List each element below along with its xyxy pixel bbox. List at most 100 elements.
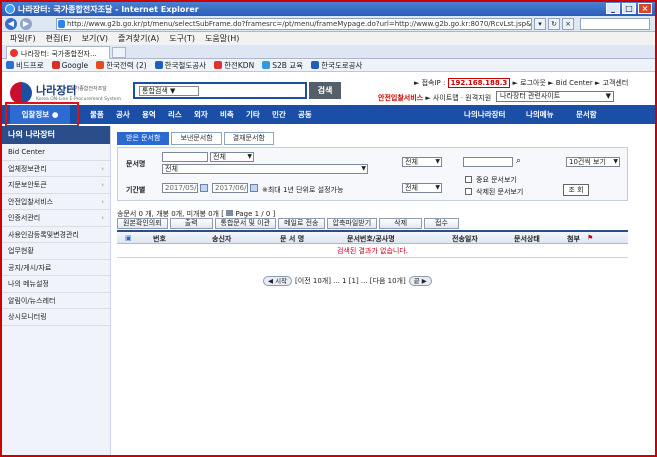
merge-transfer-button[interactable]: 통합문서 및 이관 bbox=[214, 218, 277, 229]
keyword-input[interactable] bbox=[463, 157, 513, 167]
nav-my-menu[interactable]: 나의메뉴 bbox=[526, 105, 554, 124]
chevron-right-icon: › bbox=[101, 197, 104, 206]
close-button[interactable]: × bbox=[638, 3, 652, 14]
doc-type-select[interactable]: 전체 bbox=[162, 164, 368, 174]
tab-sent[interactable]: 보낸문서함 bbox=[171, 132, 222, 145]
nav-etc[interactable]: 기타 bbox=[246, 105, 260, 124]
maximize-button[interactable]: □ bbox=[622, 3, 636, 14]
safe-bid-link[interactable]: 안전입찰서비스 bbox=[378, 94, 423, 102]
menu-help[interactable]: 도움말(H) bbox=[205, 32, 239, 45]
google-icon bbox=[51, 61, 60, 69]
status-select[interactable]: 전체 bbox=[402, 183, 442, 193]
pagination: ◀ 시작 [이전 10개] ... 1 [1] ... [다음 10개] 끝 ▶ bbox=[263, 276, 432, 286]
forward-icon[interactable]: ▶ bbox=[20, 18, 32, 30]
util-links[interactable]: ► 로그아웃 ► Bid Center ► 고객센터 bbox=[513, 79, 629, 87]
site-search-box[interactable]: 통합검색 ▼ bbox=[133, 82, 307, 99]
sidebar-item-monitoring[interactable]: 상시모니터링 bbox=[2, 309, 110, 326]
nav-stockpile[interactable]: 비축 bbox=[220, 105, 234, 124]
important-checkbox[interactable] bbox=[465, 176, 472, 183]
doc-category-select[interactable]: 전체 bbox=[210, 152, 254, 162]
site-search-button[interactable]: 검색 bbox=[309, 82, 341, 99]
doc-name-input[interactable] bbox=[162, 152, 208, 162]
print-button[interactable]: 출력 bbox=[169, 218, 213, 229]
browser-tab[interactable]: 나라장터: 국가종합전자... bbox=[6, 46, 110, 59]
delete-button[interactable]: 삭제 bbox=[379, 218, 423, 229]
sidebar-item-notices[interactable]: 공지/게시/자료 bbox=[2, 260, 110, 276]
search-type-select[interactable]: 통합검색 ▼ bbox=[139, 86, 199, 96]
doc-name-label: 문서명 bbox=[126, 160, 146, 168]
sidebar-item-safe-bid[interactable]: 안전입찰서비스 › bbox=[2, 194, 110, 210]
magnifier-icon[interactable]: ⌕ bbox=[516, 156, 521, 166]
favorite-item[interactable]: 한국철도공사 bbox=[154, 59, 206, 71]
favorite-item[interactable]: Google bbox=[51, 59, 88, 71]
new-tab-button[interactable] bbox=[112, 47, 126, 58]
tab-received[interactable]: 받은 문서함 bbox=[117, 132, 170, 145]
query-button[interactable]: 조 회 bbox=[563, 184, 589, 196]
favorite-item[interactable]: S2B 교육 bbox=[262, 59, 303, 71]
nav-lease[interactable]: 리스 bbox=[168, 105, 182, 124]
download-zip-button[interactable]: 압축파일받기 bbox=[326, 218, 378, 229]
global-nav: 입찰정보 ● 물품 공사 용역 리스 외자 비축 기타 민간 공동 나의나라장터… bbox=[2, 105, 655, 124]
sidebar-item-company-info[interactable]: 업체정보관리 › bbox=[2, 161, 110, 177]
favorite-item[interactable]: 비드프로 bbox=[6, 59, 44, 71]
first-page-button[interactable]: ◀ 시작 bbox=[263, 276, 293, 286]
favorite-item[interactable]: 한국도로공사 bbox=[311, 59, 362, 71]
bookmark-icon bbox=[311, 61, 320, 69]
nav-joint[interactable]: 공동 bbox=[298, 105, 312, 124]
top-utility-2: 안전입찰서비스 ► 사이트맵 · 원격지원 bbox=[378, 93, 491, 103]
menu-view[interactable]: 보기(V) bbox=[82, 32, 108, 45]
nav-private[interactable]: 민간 bbox=[272, 105, 286, 124]
favorite-item[interactable]: 한전KDN bbox=[214, 59, 254, 71]
calendar-icon[interactable] bbox=[200, 184, 208, 192]
title-bar: 나라장터: 국가종합전자조달 - Internet Explorer _ □ × bbox=[2, 2, 655, 16]
column-sender: 송신자 bbox=[212, 235, 232, 243]
sidebar-item-my-menu-settings[interactable]: 나의 메뉴설정 bbox=[2, 276, 110, 293]
select-all-icon[interactable]: ▣ bbox=[125, 234, 132, 242]
stop-icon[interactable]: × bbox=[562, 18, 574, 30]
ip-value: 192.168.188.3 bbox=[447, 78, 511, 88]
sidebar-item-seal[interactable]: 사용인감등록및변경관리 bbox=[2, 227, 110, 243]
verify-original-button[interactable]: 원본확인의뢰 bbox=[117, 218, 168, 229]
date-from-input[interactable]: 2017/05/26 bbox=[162, 183, 198, 193]
nav-construction[interactable]: 공사 bbox=[116, 105, 130, 124]
nav-document-box[interactable]: 문서함 bbox=[576, 105, 597, 124]
menu-tools[interactable]: 도구(T) bbox=[169, 32, 195, 45]
url-field[interactable]: http://www.g2b.go.kr/pt/menu/selectSubFr… bbox=[56, 18, 532, 30]
top-utility: ► 접속IP : 192.168.188.3 ► 로그아웃 ► Bid Cent… bbox=[414, 78, 628, 88]
favorite-item[interactable]: 한국전력 (2) bbox=[96, 59, 147, 71]
sidebar-item-certificate[interactable]: 인증서관리 › bbox=[2, 210, 110, 227]
date-to-input[interactable]: 2017/06/28 bbox=[212, 183, 248, 193]
tab-approval[interactable]: 결재문서함 bbox=[223, 132, 274, 145]
dropdown-icon[interactable]: ▾ bbox=[534, 18, 546, 30]
nav-my-narajangteo[interactable]: 나의나라장터 bbox=[464, 105, 505, 124]
sidebar-item-fingerprint-token[interactable]: 지문보안토큰 › bbox=[2, 177, 110, 194]
nav-foreign[interactable]: 외자 bbox=[194, 105, 208, 124]
minimize-button[interactable]: _ bbox=[606, 3, 620, 14]
nav-service[interactable]: 용역 bbox=[142, 105, 156, 124]
sidebar-item-work-status[interactable]: 업무현황 bbox=[2, 243, 110, 260]
deleted-checkbox[interactable] bbox=[465, 188, 472, 195]
sitemap-links[interactable]: ► 사이트맵 · 원격지원 bbox=[425, 94, 491, 102]
search-field-select[interactable]: 전체 bbox=[402, 157, 442, 167]
page-links[interactable]: [이전 10개] ... 1 [1] ... [다음 10개] bbox=[295, 276, 406, 286]
receive-button[interactable]: 접수 bbox=[424, 218, 459, 229]
menu-edit[interactable]: 편집(E) bbox=[46, 32, 72, 45]
related-sites-select[interactable]: 나라장터 관련사이트 ▼ bbox=[496, 91, 614, 102]
period-note: ※최대 1년 단위로 설정가능 bbox=[262, 186, 344, 194]
nav-goods[interactable]: 물품 bbox=[90, 105, 104, 124]
last-page-button[interactable]: 끝 ▶ bbox=[408, 276, 432, 286]
menu-file[interactable]: 파일(F) bbox=[10, 32, 36, 45]
refresh-icon[interactable]: ↻ bbox=[548, 18, 560, 30]
email-send-button[interactable]: 메일로 전송 bbox=[278, 218, 325, 229]
page-size-select[interactable]: 10건씩 보기 bbox=[566, 157, 620, 167]
favorites-bar: 비드프로 Google 한국전력 (2) 한국철도공사 한전KDN S2B 교육… bbox=[2, 59, 655, 72]
column-sent-date: 전송일자 bbox=[452, 235, 478, 243]
browser-search-input[interactable] bbox=[580, 18, 650, 30]
sidebar-item-newsletter[interactable]: 알림이/뉴스레터 bbox=[2, 293, 110, 309]
calendar-icon[interactable] bbox=[250, 184, 258, 192]
column-doc-status: 문서상태 bbox=[514, 235, 540, 243]
back-icon[interactable]: ◀ bbox=[5, 18, 17, 30]
url-text: http://www.g2b.go.kr/pt/menu/selectSubFr… bbox=[67, 20, 532, 28]
menu-favorites[interactable]: 즐겨찾기(A) bbox=[118, 32, 159, 45]
sidebar-item-bid-center[interactable]: Bid Center bbox=[2, 144, 110, 161]
